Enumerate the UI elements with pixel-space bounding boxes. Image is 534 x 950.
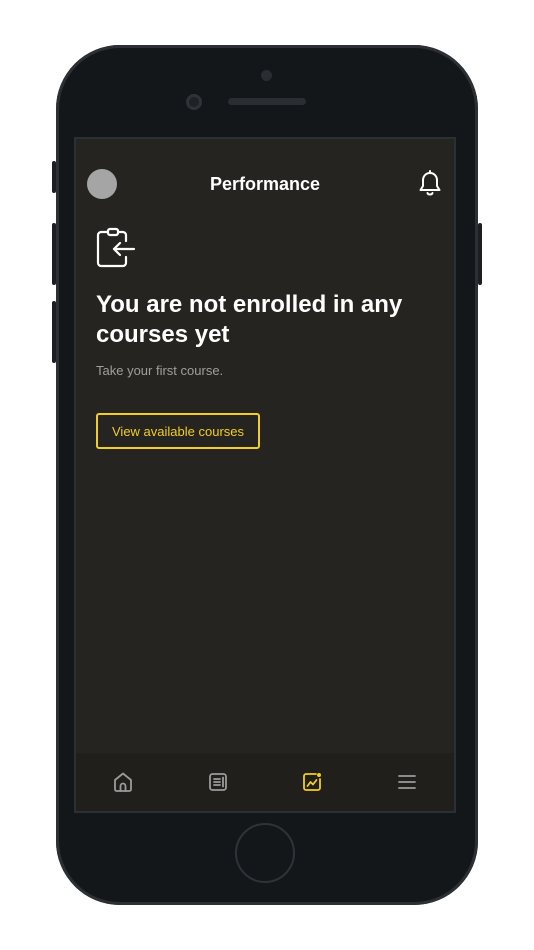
volume-down-button [52, 301, 56, 363]
menu-icon [397, 775, 416, 789]
mute-switch [52, 161, 56, 193]
power-button [478, 223, 482, 285]
performance-chart-icon [303, 773, 322, 791]
nav-item-menu[interactable] [360, 753, 455, 811]
front-camera [186, 94, 202, 110]
view-available-courses-button[interactable]: View available courses [96, 413, 260, 449]
page-title: Performance [209, 174, 321, 194]
nav-item-performance[interactable] [265, 753, 360, 811]
sensor [261, 70, 272, 81]
nav-item-documents[interactable] [171, 753, 266, 811]
document-icon [208, 773, 227, 791]
nav-item-home[interactable] [76, 753, 171, 811]
volume-up-button [52, 223, 56, 285]
phone-frame: Performance You are not enrolled in any … [52, 45, 482, 905]
empty-state-subtext: Take your first course. [96, 363, 224, 378]
home-button[interactable] [235, 823, 295, 883]
home-icon [114, 772, 133, 792]
clipboard-return-icon [96, 227, 136, 268]
empty-state-headline: You are not enrolled in any courses yet [96, 291, 403, 348]
header: Performance [76, 139, 454, 229]
earpiece-speaker [228, 98, 306, 105]
bell-icon[interactable] [418, 170, 442, 198]
bottom-nav [76, 753, 454, 811]
app-screen: Performance You are not enrolled in any … [76, 139, 454, 811]
